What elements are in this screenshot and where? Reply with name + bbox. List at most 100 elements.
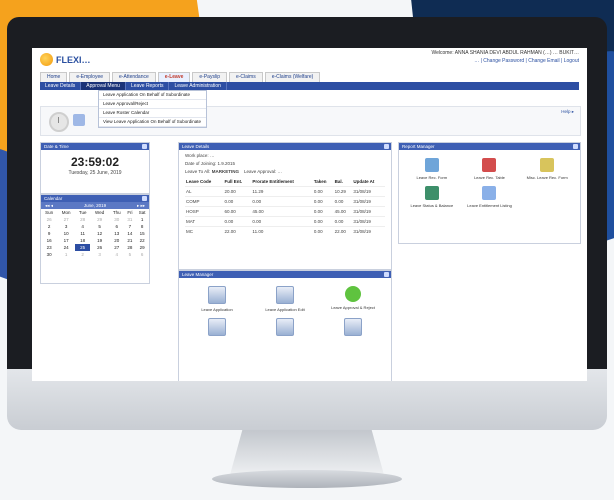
calendar-day[interactable]: 30 xyxy=(109,216,125,223)
calendar-day[interactable]: 3 xyxy=(57,223,75,230)
table-cell: AL xyxy=(185,186,224,197)
calendar-day[interactable]: 17 xyxy=(57,237,75,244)
calendar-day[interactable]: 10 xyxy=(57,230,75,237)
app-logo[interactable]: FLEXI… xyxy=(40,53,91,66)
leave-application-shortcut[interactable]: Leave Application xyxy=(183,286,251,312)
account-links[interactable]: … | Change Password | Change Email | Log… xyxy=(431,58,579,64)
calendar-day[interactable]: 15 xyxy=(135,230,149,237)
submenu-leave-reports[interactable]: Leave Reports xyxy=(126,82,170,90)
calendar-day[interactable]: 7 xyxy=(125,223,136,230)
leave-application-edit-shortcut[interactable]: Leave Application Edit xyxy=(251,286,319,312)
calendar-day[interactable]: 5 xyxy=(90,223,109,230)
calendar-day[interactable]: 2 xyxy=(41,223,57,230)
calendar-day[interactable]: 12 xyxy=(90,230,109,237)
report-shortcut[interactable]: Leave Entitlement Listing xyxy=(461,186,519,208)
menu-e-claims-welfare[interactable]: e-Claims (Welfare) xyxy=(264,72,321,82)
calendar-day[interactable]: 8 xyxy=(135,223,149,230)
dropdown-item[interactable]: Leave Approval/Reject xyxy=(99,100,206,109)
menu-e-claims[interactable]: e-Claims xyxy=(228,72,263,82)
calendar-day[interactable]: 29 xyxy=(90,216,109,223)
table-row: MAT 0.00 0.00 0.00 0.00 31/08/19 xyxy=(185,216,385,227)
submenu-approval-menu[interactable]: Approval Menu xyxy=(81,82,126,90)
menu-e-attendance[interactable]: e-Attendance xyxy=(112,72,156,82)
column-header: Taken xyxy=(313,179,327,184)
table-cell: 0.00 xyxy=(223,216,252,227)
menu-e-payslip[interactable]: e-Payslip xyxy=(192,72,227,82)
calendar-day[interactable]: 27 xyxy=(57,216,75,223)
calendar-day[interactable]: 22 xyxy=(135,237,149,244)
calendar-day[interactable]: 30 xyxy=(41,251,57,258)
calendar-day[interactable]: 21 xyxy=(125,237,136,244)
calendar-day[interactable]: 5 xyxy=(125,251,136,258)
report-shortcut[interactable]: Leave Status & Balance xyxy=(403,186,461,208)
calendar-day[interactable]: 28 xyxy=(75,216,90,223)
calendar-day[interactable]: 20 xyxy=(109,237,125,244)
chart-icon xyxy=(482,186,497,200)
calendar-day[interactable]: 11 xyxy=(75,230,90,237)
panel-toggle-icon[interactable] xyxy=(142,144,147,149)
calendar-day[interactable]: 14 xyxy=(125,230,136,237)
calendar-day[interactable]: 26 xyxy=(41,216,57,223)
table-cell: 11.29 xyxy=(251,186,313,197)
table-cell: 10.29 xyxy=(333,186,353,197)
leave-manager-panel: Leave Manager Leave Application Leave Ap… xyxy=(178,270,392,381)
balance-icon xyxy=(424,186,439,200)
report-shortcut[interactable]: Misc. Leave Rec. Form xyxy=(518,158,576,180)
calendar-day[interactable]: 2 xyxy=(75,251,90,258)
table-cell: 31/08/19 xyxy=(352,186,385,197)
prev-month-icon[interactable]: ◂◂ ◂ xyxy=(45,203,53,209)
report-shortcut[interactable]: Leave Rec. Form xyxy=(403,158,461,180)
leave-manager-shortcut[interactable] xyxy=(183,318,251,339)
panel-header: Calendar xyxy=(41,195,149,202)
calendar-day[interactable]: 13 xyxy=(109,230,125,237)
calendar-day[interactable]: 23 xyxy=(41,244,57,251)
calendar-day[interactable]: 26 xyxy=(90,244,109,251)
document-icon xyxy=(208,286,226,304)
calendar-day[interactable]: 27 xyxy=(109,244,125,251)
calendar-day[interactable]: 28 xyxy=(125,244,136,251)
help-link[interactable]: Help ▸ xyxy=(561,109,574,115)
panel-toggle-icon[interactable] xyxy=(384,144,389,149)
table-cell: MC xyxy=(185,226,224,236)
menu-e-leave[interactable]: e-Leave xyxy=(157,72,191,82)
calendar-day[interactable]: 9 xyxy=(41,230,57,237)
panel-title: Report Manager xyxy=(402,144,435,149)
calendar-day[interactable]: 4 xyxy=(75,223,90,230)
panel-toggle-icon[interactable] xyxy=(384,272,389,277)
dropdown-item[interactable]: Leave Roster Calendar xyxy=(99,109,206,118)
calendar-day[interactable]: 25 xyxy=(74,244,91,251)
calendar-day[interactable]: 31 xyxy=(125,216,136,223)
calendar-day[interactable]: 29 xyxy=(135,244,149,251)
submenu-leave-details[interactable]: Leave Details xyxy=(40,82,82,90)
calendar-day[interactable]: 6 xyxy=(109,223,125,230)
table-cell: 20.00 xyxy=(223,186,252,197)
table-cell: 0.00 xyxy=(312,206,334,217)
table-row: MC 22.00 11.00 0.00 22.00 31/08/19 xyxy=(185,226,385,236)
pencil-icon xyxy=(540,158,555,172)
panel-toggle-icon[interactable] xyxy=(142,196,147,201)
menu-home[interactable]: Home xyxy=(40,72,68,82)
calendar-day[interactable]: 18 xyxy=(75,237,90,244)
leave-approval-shortcut[interactable]: Leave Approval & Reject xyxy=(319,286,387,312)
panel-toggle-icon[interactable] xyxy=(573,144,578,149)
calendar-day[interactable]: 1 xyxy=(135,216,149,223)
report-table-icon xyxy=(482,158,497,172)
dropdown-item[interactable]: Leave Application On Behalf of Subordina… xyxy=(99,91,206,100)
calendar-day[interactable]: 16 xyxy=(41,237,57,244)
weekday-label: Wed xyxy=(95,210,105,215)
report-shortcut[interactable]: Leave Rec. Table xyxy=(461,158,519,180)
calendar-day[interactable]: 4 xyxy=(109,251,125,258)
calendar-day[interactable]: 19 xyxy=(90,237,109,244)
submenu-leave-administration[interactable]: Leave Administration xyxy=(169,82,227,90)
leave-manager-shortcut[interactable] xyxy=(251,318,319,339)
calendar-day[interactable]: 3 xyxy=(90,251,109,258)
calendar-day[interactable]: 6 xyxy=(135,251,149,258)
leave-manager-shortcut[interactable] xyxy=(319,318,387,339)
dropdown-item[interactable]: View Leave Application On Behalf of Subo… xyxy=(99,118,206,127)
next-month-icon[interactable]: ▸ ▸▸ xyxy=(137,203,145,209)
calendar-day[interactable]: 1 xyxy=(57,251,75,258)
column-header: Update At xyxy=(353,179,375,184)
menu-e-employee[interactable]: e-Employee xyxy=(69,72,111,82)
calendar-day[interactable]: 24 xyxy=(57,244,75,251)
welcome-line: Welcome: ANNA SHANIA DEVI ABDUL RAHMAN (… xyxy=(431,50,579,56)
